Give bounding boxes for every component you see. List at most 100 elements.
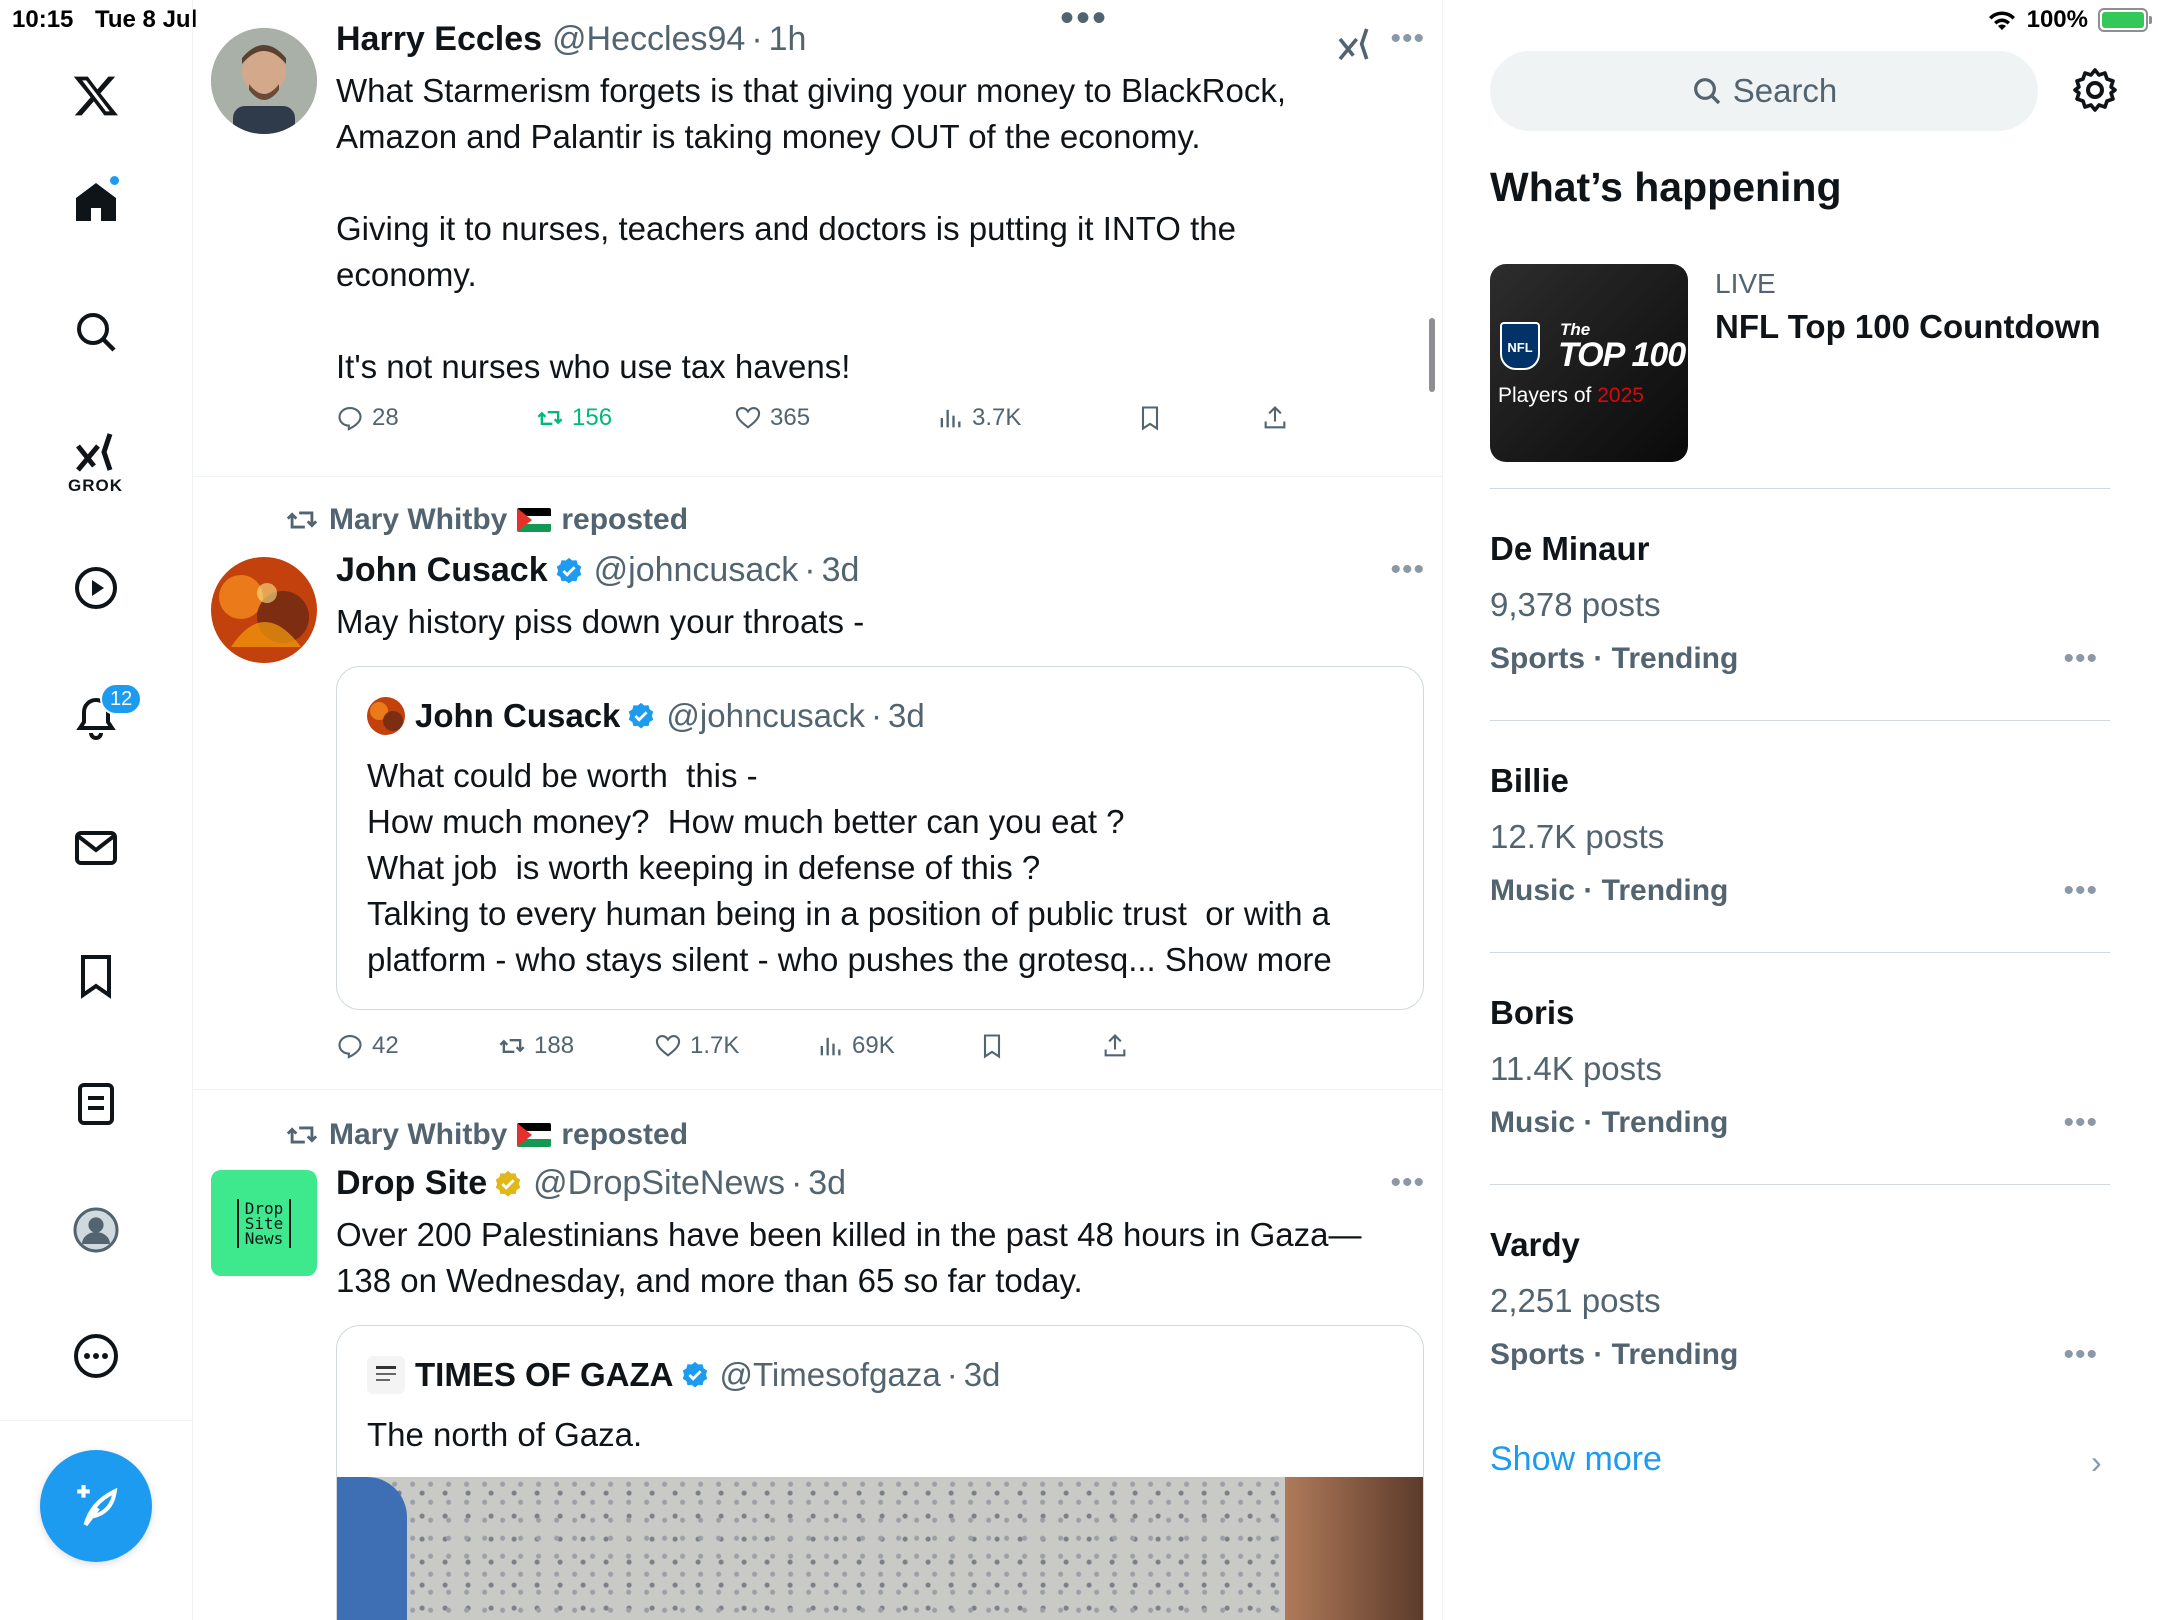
post-time[interactable]: 3d — [808, 1164, 846, 1203]
reposter-name[interactable]: Mary Whitby — [329, 1118, 507, 1152]
views-button[interactable]: 3.7K — [936, 404, 1021, 432]
trend-more-icon[interactable]: ••• — [2063, 642, 2098, 676]
chevron-right-icon[interactable]: › — [2091, 1444, 2102, 1481]
trend-more-icon[interactable]: ••• — [2063, 1338, 2098, 1372]
thumbnail-players-of: Players of 2025 — [1498, 384, 1644, 407]
avatar[interactable]: Drop Site News — [211, 1170, 317, 1276]
video-figure-right — [1285, 1477, 1423, 1620]
repost-button[interactable]: 156 — [536, 404, 612, 432]
trend-category: Sports · Trending — [1490, 642, 1739, 675]
trend-item[interactable]: Vardy 2,251 posts Sports · Trending ••• — [1490, 1226, 2110, 1446]
quoted-post-time: 3d — [888, 697, 925, 734]
avatar[interactable] — [211, 557, 317, 663]
whats-happening-heading: What’s happening — [1490, 164, 1842, 210]
views-chart-icon — [940, 409, 961, 428]
dot-separator: · — [946, 1356, 958, 1393]
left-navigation: GROK 12 — [0, 0, 193, 1620]
repost-button[interactable]: 188 — [498, 1032, 574, 1060]
quoted-post[interactable]: TIMES OF GAZA @Timesofgaza · 3d The nort… — [336, 1325, 1424, 1620]
post-more-icon[interactable]: ••• — [1390, 553, 1425, 587]
quoted-post-text: What could be worth this - How much mone… — [367, 757, 1332, 978]
like-button[interactable]: 1.7K — [654, 1032, 739, 1060]
quoted-author-handle: @Timesofgaza — [719, 1356, 941, 1393]
nav-divider — [0, 1420, 192, 1421]
verified-badge-icon — [629, 702, 654, 729]
trend-more-icon[interactable]: ••• — [2063, 1106, 2098, 1140]
quoted-post-header: TIMES OF GAZA @Timesofgaza · 3d — [367, 1356, 1000, 1394]
reply-icon — [338, 407, 362, 431]
bookmark-button[interactable] — [1136, 404, 1164, 432]
bookmark-button[interactable] — [978, 1032, 1006, 1060]
search-icon[interactable] — [66, 302, 126, 362]
reply-button[interactable]: 28 — [336, 404, 399, 432]
palestine-flag-emoji — [517, 1123, 552, 1147]
quoted-post[interactable]: John Cusack @johncusack · 3d What could … — [336, 666, 1424, 1010]
quoted-author-name: TIMES OF GAZA — [415, 1356, 674, 1393]
quoted-post-header: John Cusack @johncusack · 3d — [367, 697, 925, 735]
like-button[interactable]: 365 — [734, 404, 810, 432]
reposted-label: reposted — [561, 503, 689, 536]
author-handle[interactable]: @DropSiteNews — [533, 1164, 785, 1203]
trend-post-count: 12.7K posts — [1490, 818, 1665, 855]
author-handle[interactable]: @johncusack — [594, 551, 799, 590]
x-logo-icon[interactable] — [66, 66, 126, 126]
post-drop-site[interactable]: Mary Whitby reposted Drop Site News Drop… — [193, 1090, 1443, 1620]
quoted-video-thumbnail[interactable] — [337, 1477, 1423, 1620]
post-time[interactable]: 3d — [822, 551, 860, 590]
reposter-name[interactable]: Mary Whitby — [329, 503, 507, 537]
trend-name: Billie — [1490, 762, 1569, 799]
video-icon[interactable] — [66, 558, 126, 618]
search-input[interactable]: Search — [1490, 51, 2038, 131]
post-more-icon[interactable]: ••• — [1390, 1166, 1425, 1200]
views-chart-icon — [820, 1037, 841, 1056]
trend-more-icon[interactable]: ••• — [2063, 874, 2098, 908]
grok-icon[interactable] — [66, 422, 126, 482]
reply-button[interactable]: 42 — [336, 1032, 399, 1060]
quoted-post-text: The north of Gaza. — [367, 1416, 643, 1453]
lists-icon[interactable] — [66, 1074, 126, 1134]
verified-gold-badge-icon — [495, 1170, 521, 1196]
grok-label: GROK — [68, 476, 123, 495]
video-figure-left — [337, 1477, 407, 1620]
author-name[interactable]: Drop Site — [336, 1164, 487, 1203]
post-header: Harry Eccles @Heccles94 · 1h — [336, 20, 806, 59]
settings-gear-icon[interactable] — [2071, 66, 2119, 114]
scrollbar-thumb[interactable] — [1429, 318, 1435, 392]
grok-explain-icon[interactable] — [1335, 24, 1375, 64]
repost-count: 188 — [534, 1032, 575, 1059]
author-name[interactable]: Harry Eccles — [336, 20, 542, 59]
post-john-cusack[interactable]: Mary Whitby reposted John Cusack @johncu… — [193, 477, 1443, 1090]
share-icon — [1264, 406, 1286, 429]
share-button[interactable] — [1261, 404, 1289, 432]
trend-item[interactable]: Billie 12.7K posts Music · Trending ••• — [1490, 762, 2110, 982]
post-time[interactable]: 1h — [769, 20, 807, 59]
post-more-icon[interactable]: ••• — [1390, 22, 1425, 56]
dot-separator: · — [751, 20, 763, 58]
home-unread-dot — [108, 174, 121, 187]
notification-count-badge: 12 — [100, 683, 143, 715]
messages-envelope-icon[interactable] — [66, 818, 126, 878]
profile-avatar-icon[interactable] — [66, 1200, 126, 1260]
quoted-post-time: 3d — [963, 1356, 1001, 1393]
bookmarks-icon[interactable] — [66, 946, 126, 1006]
live-event-card[interactable]: NFL The TOP 100 Players of 2025 LIVE NFL… — [1490, 264, 2110, 464]
quoted-avatar — [367, 697, 405, 735]
post-harry-eccles[interactable]: Harry Eccles @Heccles94 · 1h ••• What St… — [193, 0, 1443, 477]
avatar[interactable] — [211, 28, 317, 134]
more-options-icon[interactable] — [66, 1326, 126, 1386]
views-button[interactable]: 69K — [816, 1032, 895, 1060]
share-button[interactable] — [1101, 1032, 1129, 1060]
post-text: What Starmerism forgets is that giving y… — [336, 72, 1287, 385]
show-more-link[interactable]: Show more — [1490, 1440, 1662, 1479]
trend-item[interactable]: De Minaur 9,378 posts Sports · Trending … — [1490, 530, 2110, 750]
trend-item[interactable]: Boris 11.4K posts Music · Trending ••• — [1490, 994, 2110, 1214]
live-title: NFL Top 100 Countdown — [1715, 308, 2101, 345]
trend-category: Music · Trending — [1490, 1106, 1729, 1139]
divider — [1490, 720, 2110, 721]
author-handle[interactable]: @Heccles94 — [552, 20, 745, 59]
trend-post-count: 9,378 posts — [1490, 586, 1661, 623]
compose-post-button[interactable] — [40, 1450, 152, 1562]
compose-feather-icon — [77, 1485, 118, 1526]
divider — [1490, 488, 2110, 489]
author-name[interactable]: John Cusack — [336, 551, 548, 590]
